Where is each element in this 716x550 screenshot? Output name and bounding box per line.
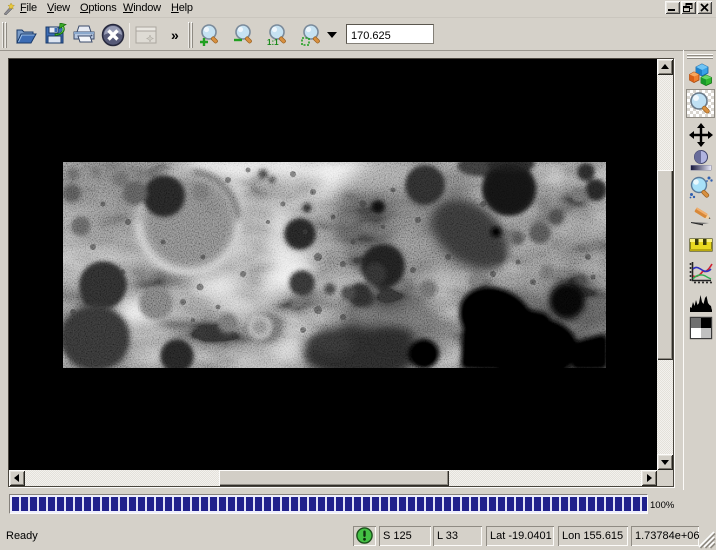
svg-text:1:1: 1:1 [267,38,279,47]
